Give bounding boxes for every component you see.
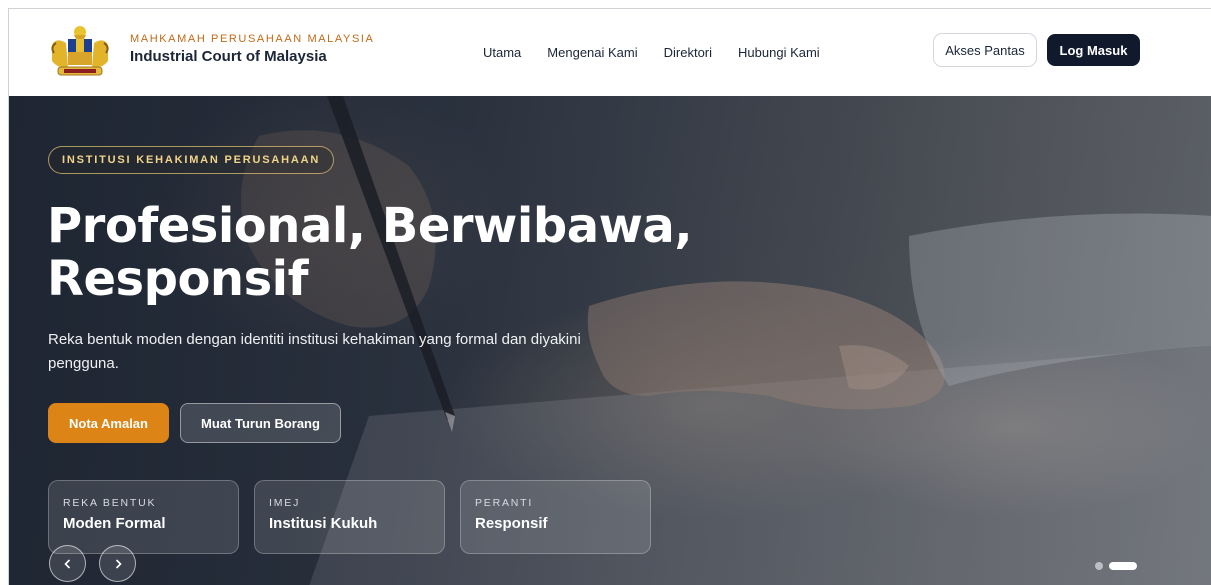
hero-badge: INSTITUSI KEHAKIMAN PERUSAHAAN xyxy=(48,146,335,174)
quick-access-button[interactable]: Akses Pantas xyxy=(933,33,1037,67)
chevron-left-icon xyxy=(63,558,70,569)
feature-card: REKA BENTUK Moden Formal xyxy=(48,480,239,554)
brand-english-name: Industrial Court of Malaysia xyxy=(130,48,327,65)
brand[interactable]: MAHKAMAH PERUSAHAAN MALAYSIA Industrial … xyxy=(130,33,374,65)
hero-banner: INSTITUSI KEHAKIMAN PERUSAHAAN Profesion… xyxy=(9,96,1211,585)
feature-card-label: REKA BENTUK xyxy=(63,497,157,509)
chevron-right-icon xyxy=(115,558,122,569)
nav-link-mengenai-kami[interactable]: Mengenai Kami xyxy=(547,45,637,60)
hero-title: Profesional, Berwibawa, Responsif xyxy=(47,200,747,306)
page-frame: MAHKAMAH PERUSAHAAN MALAYSIA Industrial … xyxy=(8,8,1211,585)
carousel-next-button[interactable] xyxy=(99,545,136,582)
main-nav: Utama Mengenai Kami Direktori Hubungi Ka… xyxy=(483,9,846,96)
coat-of-arms-logo[interactable] xyxy=(46,23,114,79)
feature-card-label: PERANTI xyxy=(475,497,534,509)
download-forms-button[interactable]: Muat Turun Borang xyxy=(180,403,341,443)
hero-title-line-2: Responsif xyxy=(47,251,309,307)
nav-link-utama[interactable]: Utama xyxy=(483,45,521,60)
feature-card-label: IMEJ xyxy=(269,497,301,509)
feature-card-value: Responsif xyxy=(475,515,548,532)
feature-card: PERANTI Responsif xyxy=(460,480,651,554)
site-header: MAHKAMAH PERUSAHAAN MALAYSIA Industrial … xyxy=(9,9,1211,96)
carousel-prev-button[interactable] xyxy=(49,545,86,582)
feature-card-value: Moden Formal xyxy=(63,515,166,532)
login-button[interactable]: Log Masuk xyxy=(1047,34,1140,66)
carousel-indicators xyxy=(1095,562,1143,570)
feature-card-value: Institusi Kukuh xyxy=(269,515,378,532)
nav-link-direktori[interactable]: Direktori xyxy=(664,45,712,60)
carousel-dot[interactable] xyxy=(1095,562,1103,570)
brand-malay-name: MAHKAMAH PERUSAHAAN MALAYSIA xyxy=(130,33,375,45)
nav-link-hubungi-kami[interactable]: Hubungi Kami xyxy=(738,45,820,60)
feature-card: IMEJ Institusi Kukuh xyxy=(254,480,445,554)
hero-title-line-1: Profesional, Berwibawa, xyxy=(47,198,693,254)
practice-notes-button[interactable]: Nota Amalan xyxy=(48,403,169,443)
carousel-dot-active[interactable] xyxy=(1109,562,1137,570)
hero-subtitle: Reka bentuk moden dengan identiti instit… xyxy=(48,331,581,372)
